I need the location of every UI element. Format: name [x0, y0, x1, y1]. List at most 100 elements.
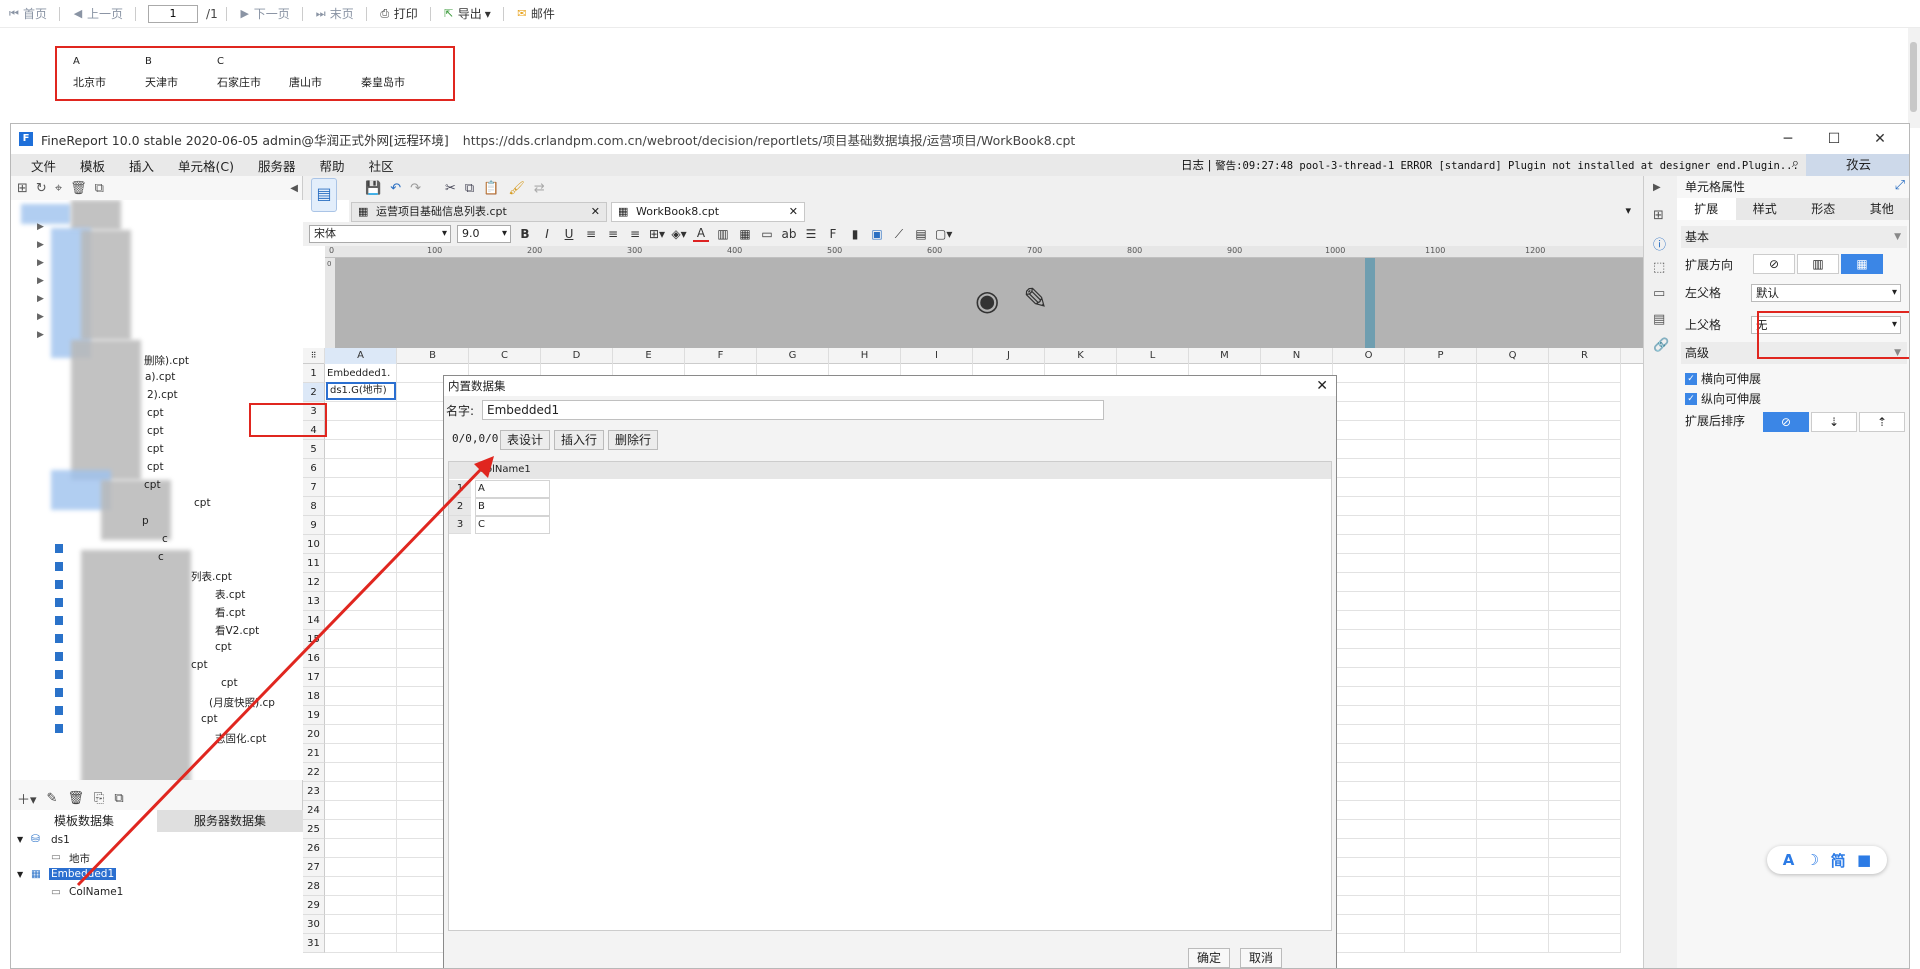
tree-file[interactable]: p — [142, 515, 149, 527]
bold-icon[interactable]: B — [517, 227, 533, 241]
cell-a2[interactable]: ds1.G(地市) — [326, 382, 396, 400]
undo-icon[interactable]: ↶ — [390, 181, 401, 196]
tree-file[interactable]: 2).cpt — [147, 389, 178, 401]
cell-a1[interactable]: Embedded1. — [327, 364, 390, 383]
copy-icon[interactable]: ⧉ — [114, 791, 123, 806]
column-header-o[interactable]: O — [1333, 348, 1405, 364]
column-header-h[interactable]: H — [829, 348, 901, 364]
cell-attr-icon[interactable]: ⓘ — [1653, 234, 1666, 253]
slash-icon[interactable]: ⟋ — [891, 227, 907, 242]
tab-template-2[interactable]: ▦ WorkBook8.cpt ✕ — [611, 202, 805, 222]
collapse-icon[interactable]: ⧉ — [95, 181, 104, 196]
eye-off-icon[interactable]: ◉ — [975, 284, 999, 317]
row-header[interactable]: 22 — [303, 763, 325, 782]
tree-file[interactable]: cpt — [221, 677, 238, 689]
column-header-r[interactable]: R — [1549, 348, 1621, 364]
new-folder-icon[interactable]: ⊞ — [17, 181, 28, 196]
format-painter-icon[interactable]: 🖌 — [508, 181, 525, 196]
row-header[interactable]: 11 — [303, 554, 325, 573]
page-header-area[interactable]: ◉ ✎ — [335, 258, 1643, 348]
tree-file[interactable]: 看V2.cpt — [215, 623, 259, 638]
row-header[interactable]: 15 — [303, 630, 325, 649]
column-header-c[interactable]: C — [469, 348, 541, 364]
column-header-n[interactable]: N — [1261, 348, 1333, 364]
close-tab-icon[interactable]: ✕ — [789, 203, 798, 221]
print-button[interactable]: ⎙ 打印 — [375, 5, 422, 22]
font-family-select[interactable]: 宋体 — [309, 225, 451, 243]
column-header-g[interactable]: G — [757, 348, 829, 364]
tree-file[interactable]: cpt — [147, 407, 164, 419]
tree-file[interactable]: cpt — [191, 659, 208, 671]
tree-file[interactable]: cpt — [215, 641, 232, 653]
collapse-icon[interactable]: ▼ — [17, 870, 23, 879]
row-header[interactable]: 5 — [303, 440, 325, 459]
row-header[interactable]: 20 — [303, 725, 325, 744]
column-header-k[interactable]: K — [1045, 348, 1117, 364]
font-color-icon[interactable]: A — [693, 226, 709, 242]
row-header[interactable]: 27 — [303, 858, 325, 877]
add-dataset-icon[interactable]: ＋▾ — [17, 789, 37, 808]
dataset-item[interactable]: ds1 — [51, 834, 70, 846]
tree-file[interactable]: 列表.cpt — [191, 569, 232, 584]
input-method-badge[interactable]: A ☽ 简 ■ — [1767, 846, 1887, 874]
collapse-icon[interactable]: ▼ — [17, 835, 23, 844]
expand-vertical-button[interactable]: ▥ — [1797, 254, 1839, 274]
row-header[interactable]: 17 — [303, 668, 325, 687]
widget-settings-icon[interactable]: ▭ — [1653, 286, 1665, 301]
unmerge-icon[interactable]: ▦ — [737, 227, 753, 241]
text-icon[interactable]: ab — [781, 227, 797, 241]
widget-icon[interactable]: ▢▾ — [935, 227, 952, 241]
delete-row-button[interactable]: 删除行 — [608, 430, 658, 450]
next-page-button[interactable]: ▶ 下一页 — [235, 5, 294, 22]
header-boundary[interactable] — [1365, 258, 1375, 348]
column-header-b[interactable]: B — [397, 348, 469, 364]
tree-file[interactable]: 志固化.cpt — [215, 731, 266, 746]
row-header[interactable]: 30 — [303, 915, 325, 934]
menu-file[interactable]: 文件 — [19, 156, 68, 175]
merge-icon[interactable]: ▥ — [715, 227, 731, 241]
table-cell[interactable]: A — [475, 480, 550, 498]
refresh-icon[interactable]: ↻ — [36, 181, 47, 196]
row-header[interactable]: 26 — [303, 839, 325, 858]
column-header-l[interactable]: L — [1117, 348, 1189, 364]
subreport-icon[interactable]: ▤ — [913, 227, 929, 241]
column-header-e[interactable]: E — [613, 348, 685, 364]
italic-icon[interactable]: I — [539, 227, 555, 241]
paste-icon[interactable]: 📋 — [483, 181, 499, 196]
menu-template[interactable]: 模板 — [68, 156, 117, 175]
expand-icon[interactable]: ▶ — [37, 258, 44, 268]
menu-help[interactable]: 帮助 — [308, 156, 357, 175]
tab-expand[interactable]: 扩展 — [1677, 198, 1736, 220]
dataset-table[interactable]: ColName1 1 2 3 A B C — [448, 461, 1332, 931]
minimize-button[interactable]: ─ — [1765, 124, 1811, 154]
align-right-icon[interactable]: ≡ — [627, 227, 643, 241]
expand-icon[interactable]: ▶ — [37, 276, 44, 286]
tab-menu-icon[interactable]: ▾ — [1625, 204, 1631, 217]
tree-file[interactable]: cpt — [144, 479, 161, 491]
left-parent-select[interactable]: 默认 — [1751, 284, 1901, 302]
template-tree[interactable]: ▶ ▶ ▶ ▶ ▶ ▶ ▶ 删除).cpt a).cpt 2).cpt cpt … — [11, 200, 303, 780]
close-button[interactable]: ✕ — [1857, 124, 1903, 154]
insert-row-button[interactable]: 插入行 — [554, 430, 604, 450]
expand-icon[interactable]: ▶ — [37, 294, 44, 304]
dataset-item-selected[interactable]: Embedded1 — [49, 868, 117, 880]
condition-icon[interactable]: ▤ — [1653, 312, 1665, 327]
tab-style[interactable]: 样式 — [1736, 198, 1795, 220]
row-header[interactable]: 1 — [303, 364, 325, 383]
column-header-m[interactable]: M — [1189, 348, 1261, 364]
tree-file[interactable]: cpt — [147, 443, 164, 455]
pencil-icon[interactable]: ✎ — [1023, 282, 1048, 317]
row-header[interactable]: 2 — [303, 383, 325, 402]
column-header-f[interactable]: F — [685, 348, 757, 364]
row-header[interactable]: 25 — [303, 820, 325, 839]
tree-file[interactable]: cpt — [147, 461, 164, 473]
save-icon[interactable]: 💾 — [365, 181, 381, 196]
tab-template-1[interactable]: ▦ 运营项目基础信息列表.cpt ✕ — [351, 202, 607, 222]
row-header[interactable]: 24 — [303, 801, 325, 820]
sort-asc-button[interactable]: ⇣ — [1811, 412, 1857, 432]
row-header[interactable]: 19 — [303, 706, 325, 725]
row-header[interactable]: 6 — [303, 459, 325, 478]
column-header-i[interactable]: I — [901, 348, 973, 364]
row-header[interactable]: 13 — [303, 592, 325, 611]
row-header[interactable]: 8 — [303, 497, 325, 516]
